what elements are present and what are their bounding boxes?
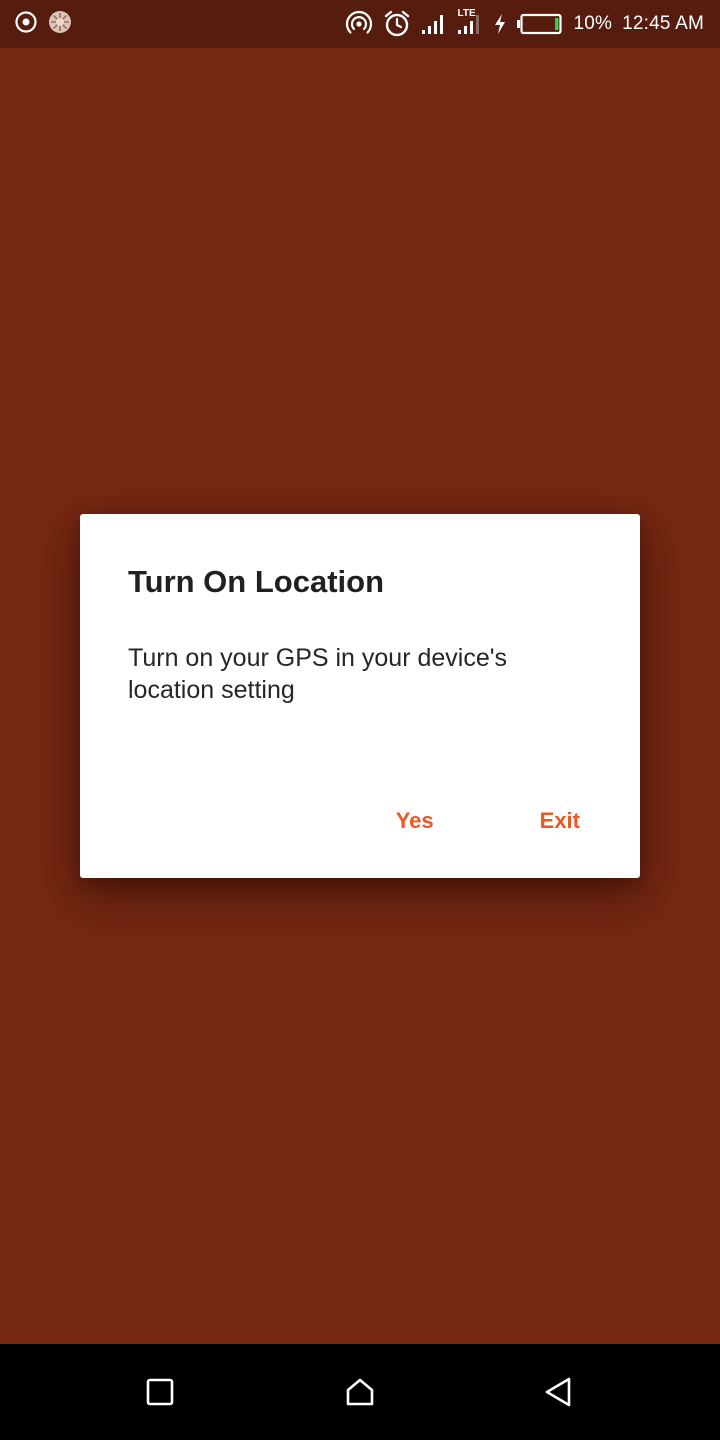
dialog-message: Turn on your GPS in your device's locati…	[128, 644, 508, 704]
lte-signal-icon: LTE	[457, 8, 483, 36]
navigation-bar	[0, 1344, 720, 1440]
location-dialog: Turn On Location Turn on your GPS in you…	[80, 514, 640, 878]
charging-icon	[493, 13, 507, 35]
dialog-actions: Yes Exit	[372, 796, 604, 846]
home-icon	[344, 1376, 376, 1408]
exit-button[interactable]: Exit	[516, 796, 604, 846]
status-right-icons: LTE 10% 12:45 AM	[345, 8, 704, 40]
yes-button[interactable]: Yes	[372, 796, 458, 846]
status-left-icons	[14, 10, 72, 34]
recents-icon	[145, 1377, 175, 1407]
status-bar: LTE 10% 12:45 AM	[0, 0, 720, 48]
lte-label: LTE	[457, 8, 476, 19]
dialog-title: Turn On Location	[128, 564, 385, 599]
recents-button[interactable]	[140, 1372, 180, 1412]
signal-icon	[421, 12, 447, 36]
back-icon	[542, 1376, 574, 1408]
circle-target-icon	[14, 10, 38, 34]
sun-badge-icon	[48, 10, 72, 34]
home-button[interactable]	[340, 1372, 380, 1412]
battery-icon	[517, 13, 563, 35]
alarm-icon	[383, 10, 411, 38]
back-button[interactable]	[538, 1372, 578, 1412]
hotspot-icon	[345, 10, 373, 38]
clock-time: 12:45 AM	[622, 13, 704, 34]
battery-percent: 10%	[573, 13, 613, 34]
